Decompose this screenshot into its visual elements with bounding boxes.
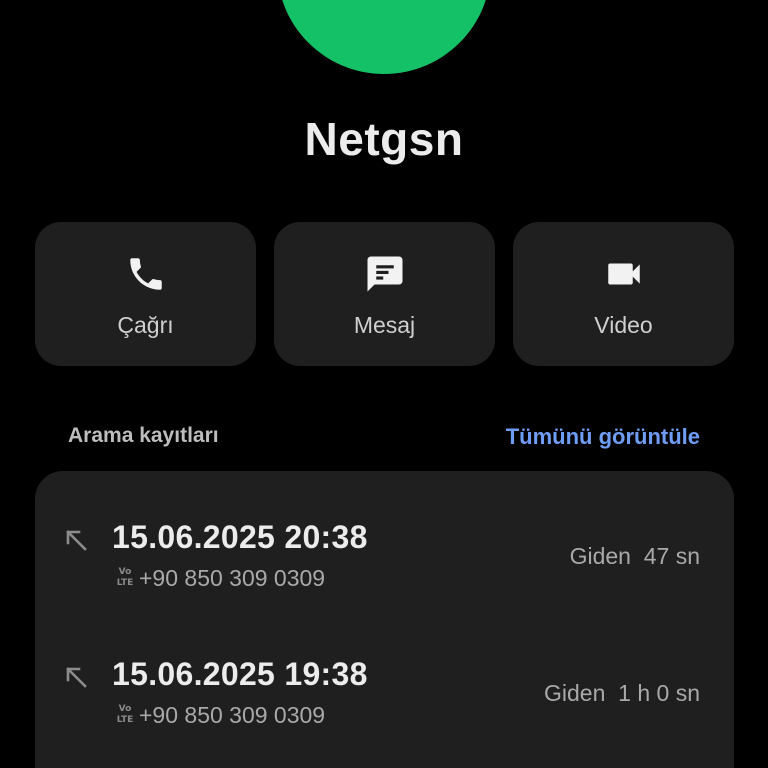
message-button[interactable]: Mesaj — [274, 222, 495, 366]
call-number: +90 850 309 0309 — [139, 702, 326, 728]
volte-badge-icon: Vo LTE — [116, 704, 134, 725]
action-buttons: Çağrı Mesaj Video — [35, 222, 734, 366]
call-meta: Giden 1 h 0 sn — [544, 680, 700, 707]
call-log-header: Arama kayıtları Tümünü görüntüle — [68, 424, 700, 454]
volte-badge-icon: Vo LTE — [116, 567, 134, 588]
call-type: Giden — [569, 543, 631, 569]
call-log-entry[interactable]: 15.06.2025 20:38 Vo LTE +90 850 309 0309 … — [35, 519, 734, 629]
video-camera-icon — [513, 252, 734, 296]
video-button-label: Video — [594, 312, 653, 338]
call-meta: Giden 47 sn — [570, 543, 700, 570]
call-number: +90 850 309 0309 — [139, 565, 326, 591]
contact-name: Netgsn — [304, 113, 464, 165]
call-log-title: Arama kayıtları — [68, 424, 219, 447]
message-icon — [274, 252, 495, 296]
call-duration: 47 sn — [643, 543, 700, 569]
call-datetime: 15.06.2025 20:38 — [112, 519, 368, 555]
call-datetime: 15.06.2025 19:38 — [112, 656, 368, 692]
contact-detail-screen: Netgsn Çağrı Mesaj Video Arama kayıtları… — [0, 0, 768, 768]
outgoing-call-arrow-icon — [66, 530, 87, 551]
view-all-link[interactable]: Tümünü görüntüle — [506, 424, 700, 450]
message-button-label: Mesaj — [353, 312, 416, 338]
call-button-label: Çağrı — [117, 312, 174, 338]
call-duration: 1 h 0 sn — [618, 680, 700, 706]
call-button[interactable]: Çağrı — [35, 222, 256, 366]
call-type: Giden — [544, 680, 606, 706]
video-call-button[interactable]: Video — [513, 222, 734, 366]
call-log-entry[interactable]: 15.06.2025 19:38 Vo LTE +90 850 309 0309 … — [35, 656, 734, 766]
call-log-card: 15.06.2025 20:38 Vo LTE +90 850 309 0309 … — [35, 471, 734, 768]
phone-icon — [35, 252, 256, 296]
outgoing-call-arrow-icon — [66, 667, 87, 688]
contact-avatar — [277, 0, 491, 74]
